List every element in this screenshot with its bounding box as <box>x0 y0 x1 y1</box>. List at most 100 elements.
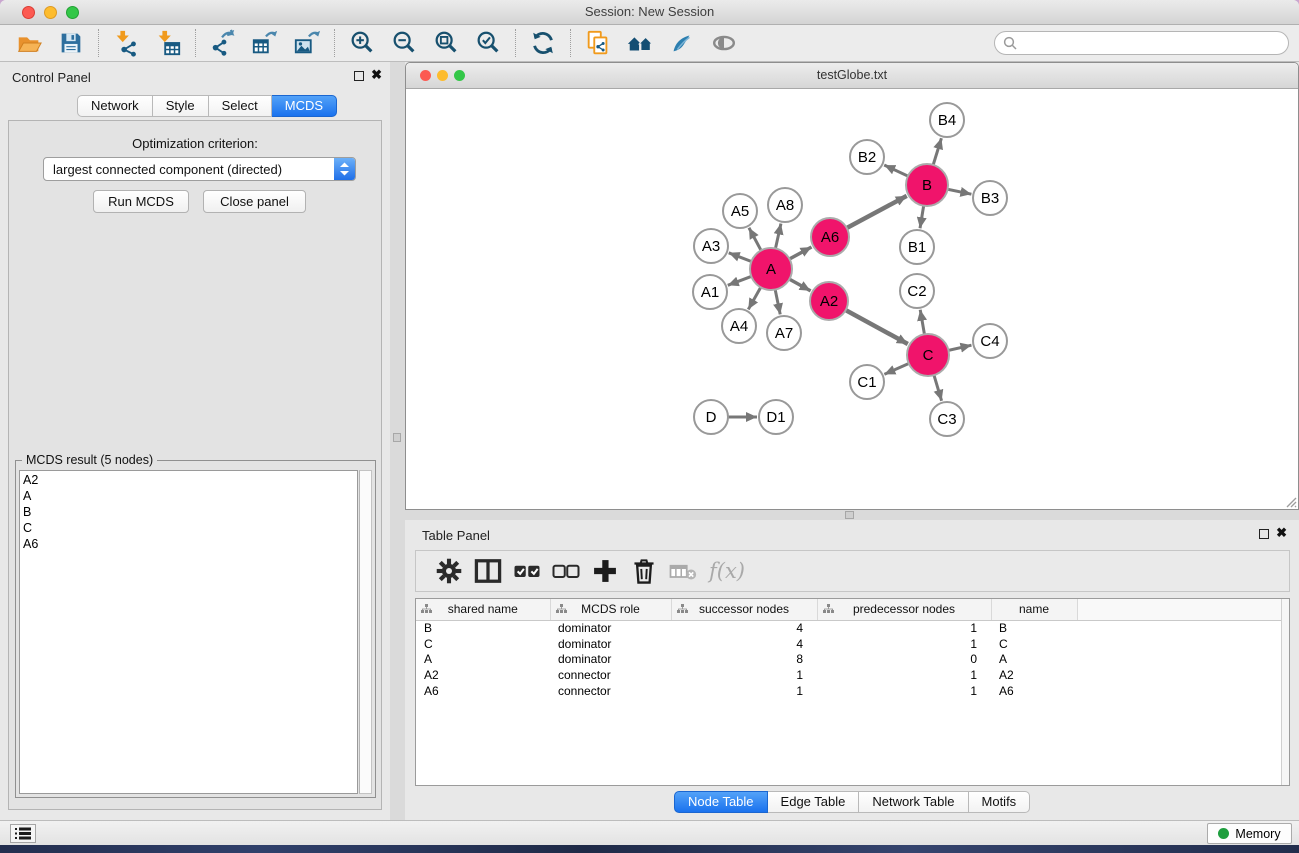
table-cell[interactable]: connector <box>550 683 671 699</box>
result-scrollbar[interactable] <box>359 470 372 794</box>
table-cell[interactable]: 1 <box>671 667 817 683</box>
search-input[interactable] <box>994 31 1289 55</box>
zoom-in-icon[interactable] <box>345 28 379 58</box>
network-canvas[interactable]: AA1A2A3A4A5A6A7A8BB1B2B3B4CC1C2C3C4DD1 <box>406 89 1298 509</box>
column-header-successor-nodes[interactable]: successor nodes <box>671 599 817 620</box>
table-cell[interactable]: 1 <box>671 683 817 699</box>
table-cell[interactable]: dominator <box>550 636 671 652</box>
tab-node-table[interactable]: Node Table <box>674 791 768 813</box>
table-cell[interactable]: A6 <box>991 683 1077 699</box>
mcds-result-item[interactable]: A <box>23 488 357 504</box>
memory-button[interactable]: Memory <box>1207 823 1292 844</box>
deselect-all-rows-icon[interactable] <box>551 557 581 585</box>
table-cell[interactable]: connector <box>550 667 671 683</box>
table-row[interactable]: A6connector11A6 <box>416 683 1283 699</box>
mcds-result-item[interactable]: C <box>23 520 357 536</box>
toolbar-separator <box>570 29 571 57</box>
tab-motifs[interactable]: Motifs <box>969 791 1031 813</box>
column-header-shared-name[interactable]: shared name <box>416 599 550 620</box>
splitter-grip[interactable] <box>393 433 401 442</box>
save-session-icon[interactable] <box>54 28 88 58</box>
graph-node-label: B <box>922 177 932 194</box>
tab-network[interactable]: Network <box>77 95 153 117</box>
table-cell[interactable]: 1 <box>817 620 991 636</box>
table-scrollbar[interactable] <box>1281 599 1289 785</box>
show-welcome-screen-icon[interactable] <box>623 28 657 58</box>
run-mcds-button[interactable]: Run MCDS <box>93 190 189 213</box>
table-cell[interactable]: 1 <box>817 667 991 683</box>
tab-edge-table[interactable]: Edge Table <box>768 791 860 813</box>
toolbar-separator <box>195 29 196 57</box>
table-cell[interactable]: 1 <box>817 683 991 699</box>
tab-mcds[interactable]: MCDS <box>272 95 337 117</box>
memory-label: Memory <box>1235 827 1280 841</box>
table-cell[interactable]: dominator <box>550 620 671 636</box>
mcds-result-item[interactable]: A2 <box>23 472 357 488</box>
duplicate-network-icon[interactable] <box>581 28 615 58</box>
export-image-icon[interactable] <box>290 28 324 58</box>
table-cell[interactable]: A <box>416 652 550 668</box>
float-panel-icon[interactable] <box>1259 529 1269 539</box>
network-window-title: testGlobe.txt <box>406 68 1298 82</box>
table-row[interactable]: Adominator80A <box>416 652 1283 668</box>
close-panel-icon[interactable]: ✖ <box>1276 525 1287 541</box>
table-row[interactable]: A2connector11A2 <box>416 667 1283 683</box>
delete-columns-trash-icon[interactable] <box>629 557 659 585</box>
table-cell[interactable]: B <box>991 620 1077 636</box>
add-column-plus-icon[interactable] <box>590 557 620 585</box>
table-toolbar: f(x) <box>415 550 1290 592</box>
tab-network-table[interactable]: Network Table <box>859 791 968 813</box>
criterion-dropdown[interactable]: largest connected component (directed) <box>43 157 356 181</box>
mcds-result-item[interactable]: B <box>23 504 357 520</box>
table-cell[interactable]: C <box>416 636 550 652</box>
table-row[interactable]: Cdominator41C <box>416 636 1283 652</box>
table-cell[interactable]: A6 <box>416 683 550 699</box>
import-network-icon[interactable] <box>109 28 143 58</box>
table-cell[interactable]: 8 <box>671 652 817 668</box>
table-tabs: Node Table Edge Table Network Table Moti… <box>674 791 1030 813</box>
vertical-splitter[interactable] <box>390 62 405 820</box>
table-cell[interactable]: dominator <box>550 652 671 668</box>
table-cell[interactable]: 1 <box>817 636 991 652</box>
graph-node-label: C4 <box>980 333 999 350</box>
table-cell[interactable]: B <box>416 620 550 636</box>
open-session-icon[interactable] <box>12 28 46 58</box>
column-header-name[interactable]: name <box>991 599 1077 620</box>
resize-grip-icon[interactable] <box>1283 494 1297 508</box>
annotation-style-icon[interactable] <box>665 28 699 58</box>
network-window-titlebar: testGlobe.txt <box>406 63 1298 89</box>
table-cell[interactable]: A2 <box>416 667 550 683</box>
graph-node-label: A1 <box>701 284 719 301</box>
export-network-icon[interactable] <box>206 28 240 58</box>
table-cell[interactable]: A2 <box>991 667 1077 683</box>
table-cell[interactable]: A <box>991 652 1077 668</box>
close-panel-icon[interactable]: ✖ <box>371 67 382 83</box>
table-settings-gear-icon[interactable] <box>434 557 464 585</box>
main-toolbar <box>0 25 1299 62</box>
table-cell[interactable]: 4 <box>671 620 817 636</box>
close-panel-button[interactable]: Close panel <box>203 190 306 213</box>
column-header-mcds-role[interactable]: MCDS role <box>550 599 671 620</box>
delete-table-icon[interactable] <box>668 557 698 585</box>
horizontal-splitter[interactable] <box>405 510 1299 520</box>
zoom-out-icon[interactable] <box>387 28 421 58</box>
apply-layout-icon[interactable] <box>526 28 560 58</box>
column-header-predecessor-nodes[interactable]: predecessor nodes <box>817 599 991 620</box>
task-history-button[interactable] <box>10 824 36 843</box>
column-layout-icon[interactable] <box>473 557 503 585</box>
hide-graphics-details-eye-icon[interactable] <box>707 28 741 58</box>
export-table-icon[interactable] <box>248 28 282 58</box>
select-all-rows-icon[interactable] <box>512 557 542 585</box>
zoom-selected-icon[interactable] <box>471 28 505 58</box>
tab-style[interactable]: Style <box>153 95 209 117</box>
table-cell[interactable]: 0 <box>817 652 991 668</box>
mcds-result-item[interactable]: A6 <box>23 536 357 552</box>
splitter-grip[interactable] <box>845 511 854 519</box>
zoom-fit-icon[interactable] <box>429 28 463 58</box>
float-panel-icon[interactable] <box>354 71 364 81</box>
table-row[interactable]: Bdominator41B <box>416 620 1283 636</box>
table-cell[interactable]: C <box>991 636 1077 652</box>
table-cell[interactable]: 4 <box>671 636 817 652</box>
tab-select[interactable]: Select <box>209 95 272 117</box>
import-table-icon[interactable] <box>151 28 185 58</box>
